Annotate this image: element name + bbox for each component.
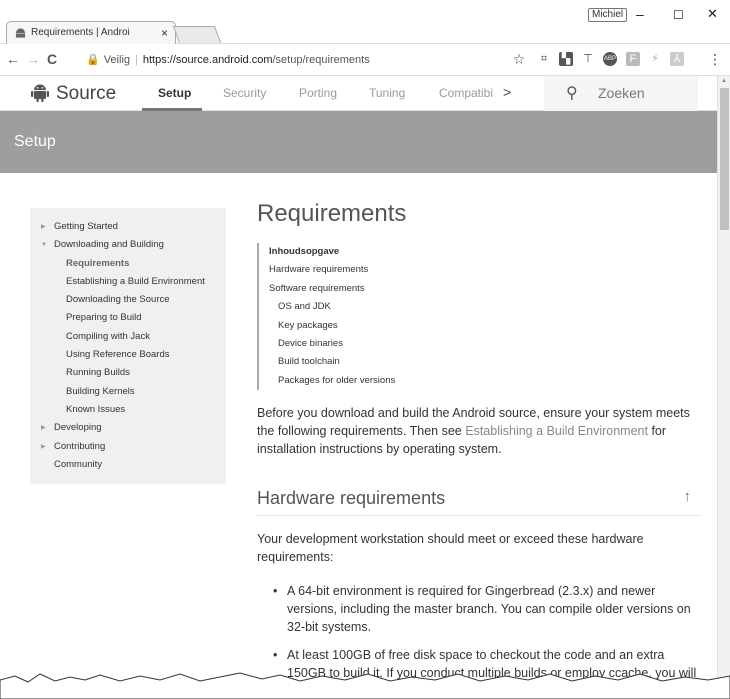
sidebar-item-contributing[interactable]: ▶ Contributing bbox=[30, 438, 226, 456]
android-logo-icon bbox=[31, 84, 49, 102]
sidebar-item-requirements[interactable]: Requirements bbox=[30, 255, 226, 273]
page-scrollbar[interactable]: ▲ bbox=[717, 76, 730, 699]
sidebar-item-known-issues[interactable]: Known Issues bbox=[30, 401, 226, 419]
adblock-extension-icon[interactable]: ABP bbox=[603, 52, 617, 66]
intro-paragraph: Before you download and build the Androi… bbox=[257, 404, 701, 458]
toc-link-build-toolchain[interactable]: Build toolchain bbox=[269, 353, 701, 371]
site-header: Source Setup Security Porting Tuning Com… bbox=[0, 76, 717, 111]
tab-compatibility[interactable]: Compatibi bbox=[439, 86, 493, 100]
list-item: A 64-bit environment is required for Gin… bbox=[273, 582, 701, 636]
torn-edge-decoration bbox=[0, 672, 730, 699]
sidebar-item-label: Contributing bbox=[54, 440, 106, 452]
sidebar-item-reference-boards[interactable]: Using Reference Boards bbox=[30, 346, 226, 364]
screenshot-extension-icon[interactable]: ⌗ bbox=[537, 52, 551, 66]
sidebar-item-developing[interactable]: ▶ Developing bbox=[30, 419, 226, 437]
browser-tab-title: Requirements | Androi bbox=[31, 27, 130, 38]
hardware-heading: Hardware requirements bbox=[257, 488, 446, 509]
back-to-top-arrow-icon[interactable]: ↑ bbox=[684, 488, 692, 505]
toc-link-os-jdk[interactable]: OS and JDK bbox=[269, 298, 701, 316]
source-logo[interactable]: Source bbox=[30, 82, 116, 105]
sidebar-item-compiling-with-jack[interactable]: Compiling with Jack bbox=[30, 328, 226, 346]
hammer-extension-icon[interactable]: ⊤ bbox=[581, 52, 595, 66]
new-tab-button[interactable] bbox=[172, 26, 222, 43]
sidebar-item-community[interactable]: Community bbox=[30, 456, 226, 474]
window-titlebar: Requirements | Androi × Michiel – ☐ ✕ bbox=[0, 0, 730, 44]
browser-menu-icon[interactable]: ⋮ bbox=[708, 52, 722, 66]
user-profile-badge[interactable]: Michiel bbox=[588, 8, 628, 22]
android-favicon-icon bbox=[15, 28, 26, 38]
toc-link-software[interactable]: Software requirements bbox=[269, 280, 701, 298]
scroll-up-icon[interactable]: ▲ bbox=[721, 78, 727, 84]
url-path: /setup/requirements bbox=[272, 54, 370, 66]
bookmark-star-icon[interactable]: ☆ bbox=[512, 52, 526, 66]
banner-title: Setup bbox=[14, 133, 56, 150]
lock-icon: 🔒 bbox=[86, 54, 100, 66]
more-tabs-chevron-icon[interactable]: > bbox=[503, 84, 511, 100]
toc-heading: Inhoudsopgave bbox=[269, 246, 340, 257]
hardware-section-header: Hardware requirements ↑ bbox=[257, 488, 701, 517]
browser-toolbar: ← → C 🔒 Veilig | https://source.android.com… bbox=[0, 44, 730, 76]
build-environment-link[interactable]: Establishing a Build Environment bbox=[465, 424, 648, 438]
chevron-down-icon: ▼ bbox=[41, 242, 47, 249]
pdf-extension-icon[interactable]: ⅄ bbox=[670, 52, 684, 66]
window-close-icon[interactable]: ✕ bbox=[707, 6, 718, 22]
section-banner: Setup bbox=[0, 111, 717, 173]
address-bar[interactable]: 🔒 Veilig | https://source.android.com/setup… bbox=[86, 50, 530, 71]
sidebar-item-establishing-build-env[interactable]: Establishing a Build Environment bbox=[30, 273, 226, 291]
tab-setup[interactable]: Setup bbox=[158, 86, 191, 100]
search-box[interactable]: ⚲ Zoeken bbox=[544, 76, 698, 111]
logo-text: Source bbox=[56, 83, 117, 104]
sidebar-item-downloading-and-building[interactable]: ▼ Downloading and Building bbox=[30, 236, 226, 254]
reload-icon[interactable]: C bbox=[47, 51, 57, 67]
sidebar-item-running-builds[interactable]: Running Builds bbox=[30, 364, 226, 382]
browser-tab[interactable]: Requirements | Androi × bbox=[6, 21, 176, 44]
minimize-icon[interactable]: – bbox=[636, 6, 644, 22]
search-input[interactable]: Zoeken bbox=[598, 85, 645, 101]
sidebar-item-downloading-source[interactable]: Downloading the Source bbox=[30, 291, 226, 309]
table-of-contents: Inhoudsopgave Hardware requirements Soft… bbox=[257, 243, 701, 391]
chevron-right-icon: ▶ bbox=[41, 224, 46, 230]
tab-porting[interactable]: Porting bbox=[299, 86, 337, 100]
maximize-icon[interactable]: ☐ bbox=[673, 8, 684, 22]
url-separator: | bbox=[135, 54, 138, 66]
sidebar-item-label: Getting Started bbox=[54, 221, 118, 232]
url-host: https://source.android.com bbox=[142, 54, 273, 66]
toc-link-hardware[interactable]: Hardware requirements bbox=[269, 261, 701, 279]
feedly-extension-icon[interactable]: F bbox=[626, 52, 640, 66]
sidebar-item-label: Developing bbox=[54, 422, 102, 434]
sidebar-nav: ▶ Getting Started ▼ Downloading and Buildi… bbox=[30, 208, 226, 484]
search-icon: ⚲ bbox=[566, 85, 578, 102]
main-content: Requirements Inhoudsopgave Hardware requ… bbox=[257, 200, 701, 699]
secure-label: Veilig bbox=[103, 54, 130, 66]
back-arrow-icon[interactable]: ← bbox=[6, 51, 20, 67]
toc-link-older-packages[interactable]: Packages for older versions bbox=[269, 372, 701, 390]
tab-close-icon[interactable]: × bbox=[161, 26, 168, 40]
docs-extension-icon[interactable]: ▚ bbox=[559, 52, 573, 66]
sidebar-item-getting-started[interactable]: ▶ Getting Started bbox=[30, 218, 226, 236]
forward-arrow-icon[interactable]: → bbox=[26, 51, 40, 67]
chevron-right-icon: ▶ bbox=[41, 443, 46, 450]
page-title: Requirements bbox=[257, 200, 407, 227]
sidebar-item-building-kernels[interactable]: Building Kernels bbox=[30, 383, 226, 401]
sidebar-item-label: Downloading and Building bbox=[54, 239, 164, 251]
chevron-right-icon: ▶ bbox=[41, 425, 46, 432]
lightning-extension-icon[interactable]: ⚡ bbox=[648, 52, 662, 66]
tab-tuning[interactable]: Tuning bbox=[369, 86, 405, 100]
tab-security[interactable]: Security bbox=[223, 86, 266, 100]
hardware-intro: Your development workstation should meet… bbox=[257, 532, 644, 565]
toc-link-device-binaries[interactable]: Device binaries bbox=[269, 335, 701, 353]
sidebar-item-preparing-to-build[interactable]: Preparing to Build bbox=[30, 309, 226, 327]
scrollbar-thumb[interactable] bbox=[720, 88, 729, 230]
toc-link-key-packages[interactable]: Key packages bbox=[269, 317, 701, 335]
